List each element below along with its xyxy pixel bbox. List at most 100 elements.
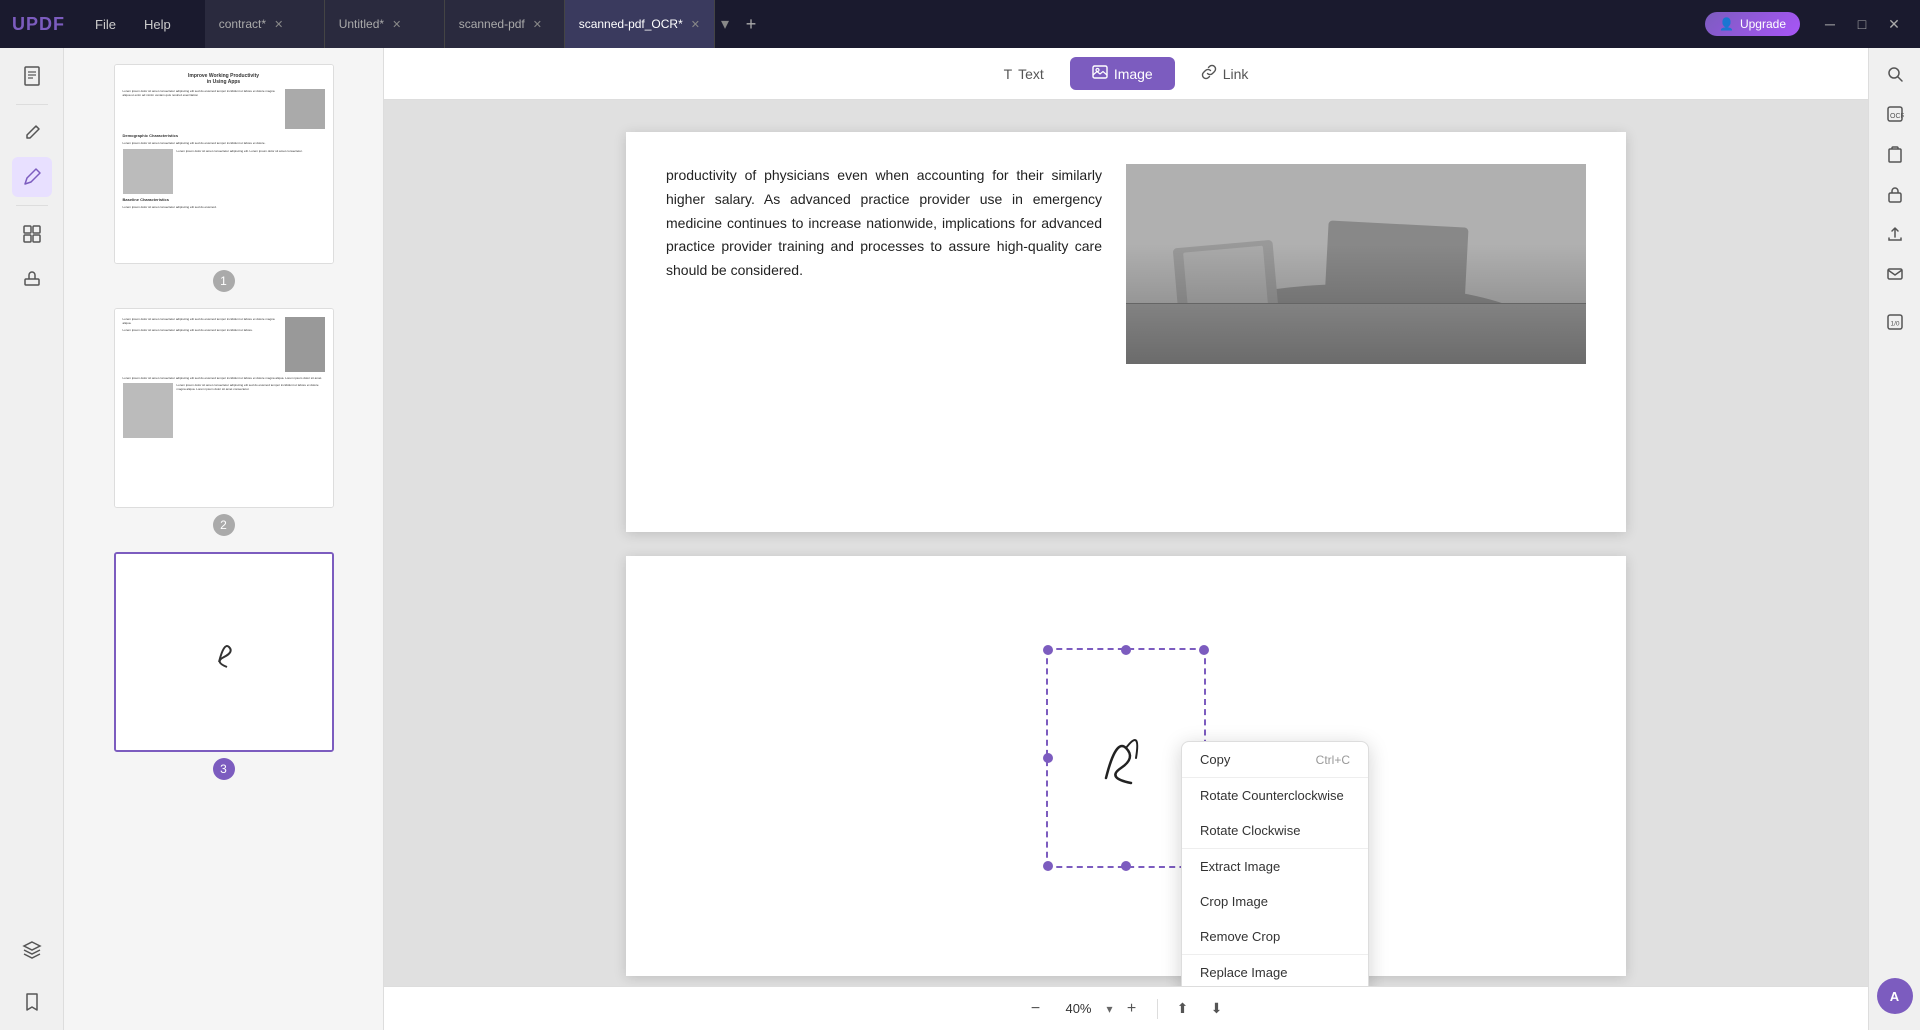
thumbnail-img-1: Improve Working Productivityin Using App… [114, 64, 334, 264]
page-number-3: 3 [213, 758, 235, 780]
pdf-page-1: productivity of physicians even when acc… [626, 132, 1626, 532]
pdf-page-3: Copy Ctrl+C Rotate Counterclockwise Rota… [626, 556, 1626, 976]
thumbnail-page-2[interactable]: Lorem ipsum dolor sit amet consectetur a… [80, 308, 367, 536]
context-menu-rotate-ccw[interactable]: Rotate Counterclockwise [1182, 778, 1368, 813]
titlebar: UPDF File Help contract* ✕ Untitled* ✕ s… [0, 0, 1920, 48]
handle-top-right[interactable] [1199, 645, 1209, 655]
image-tool-label: Image [1114, 66, 1153, 82]
sidebar-icon-pages[interactable] [12, 56, 52, 96]
svg-text:1/0: 1/0 [1890, 321, 1899, 328]
upgrade-label: Upgrade [1740, 17, 1786, 31]
tab-close-contract[interactable]: ✕ [274, 18, 283, 31]
right-icon-clipboard[interactable] [1877, 136, 1913, 172]
sidebar-divider-1 [16, 104, 48, 105]
menu-help[interactable]: Help [130, 11, 185, 38]
thumbnail-page-1[interactable]: Improve Working Productivityin Using App… [80, 64, 367, 292]
tabs-area: contract* ✕ Untitled* ✕ scanned-pdf ✕ sc… [205, 0, 1705, 48]
pdf-area[interactable]: productivity of physicians even when acc… [384, 100, 1868, 986]
context-menu-extract[interactable]: Extract Image [1182, 849, 1368, 884]
maximize-button[interactable]: □ [1848, 10, 1876, 38]
tab-label-contract: contract* [219, 17, 266, 31]
page1-text: productivity of physicians even when acc… [666, 164, 1102, 283]
page1-photo [1126, 164, 1586, 364]
context-menu-remove-crop[interactable]: Remove Crop [1182, 919, 1368, 954]
link-tool-label: Link [1223, 66, 1249, 82]
handle-top-left[interactable] [1043, 645, 1053, 655]
tabs-chevron[interactable]: ▾ [715, 14, 735, 34]
toolbar-separator-1 [1157, 999, 1158, 1019]
text-tool-button[interactable]: T Text [982, 59, 1066, 89]
sidebar-icon-organize[interactable] [12, 214, 52, 254]
text-tool-icon: T [1004, 66, 1013, 82]
handle-bottom-mid[interactable] [1121, 861, 1131, 871]
zoom-value: 40% [1054, 1001, 1102, 1016]
edit-toolbar: T Text Image Link [384, 48, 1868, 100]
bottom-toolbar: − 40% ▾ + ⬆ ⬇ [384, 986, 1868, 1030]
svg-text:OCR: OCR [1890, 113, 1904, 120]
tab-close-untitled[interactable]: ✕ [392, 18, 401, 31]
image-tool-button[interactable]: Image [1070, 57, 1175, 90]
thumbnail-img-2: Lorem ipsum dolor sit amet consectetur a… [114, 308, 334, 508]
copy-label: Copy [1200, 752, 1230, 767]
remove-crop-label: Remove Crop [1200, 929, 1280, 944]
link-tool-button[interactable]: Link [1179, 57, 1271, 90]
tab-label-untitled: Untitled* [339, 17, 384, 31]
avatar-label: A [1890, 989, 1899, 1004]
sidebar-icon-layers[interactable] [12, 930, 52, 970]
left-sidebar [0, 48, 64, 1030]
extract-label: Extract Image [1200, 859, 1280, 874]
rotate-ccw-label: Rotate Counterclockwise [1200, 788, 1344, 803]
right-icon-search[interactable] [1877, 56, 1913, 92]
sidebar-icon-edit[interactable] [12, 113, 52, 153]
minimize-button[interactable]: ─ [1816, 10, 1844, 38]
thumbnail-page-3[interactable]: 3 [80, 552, 367, 780]
sidebar-icon-annotate[interactable] [12, 157, 52, 197]
sidebar-icon-bookmarks[interactable] [12, 982, 52, 1022]
tab-label-scanned-pdf: scanned-pdf [459, 17, 525, 31]
center-content: T Text Image Link [384, 48, 1868, 1030]
page-nav-up[interactable]: ⬆ [1168, 994, 1198, 1024]
handle-bottom-left[interactable] [1043, 861, 1053, 871]
link-tool-icon [1201, 64, 1217, 83]
context-menu-copy[interactable]: Copy Ctrl+C [1182, 742, 1368, 777]
tab-untitled[interactable]: Untitled* ✕ [325, 0, 445, 48]
tab-close-scanned-pdf-ocr[interactable]: ✕ [691, 18, 700, 31]
context-menu-rotate-cw[interactable]: Rotate Clockwise [1182, 813, 1368, 848]
menu-file[interactable]: File [81, 11, 130, 38]
page-nav-down[interactable]: ⬇ [1202, 994, 1232, 1024]
zoom-dropdown[interactable]: ▾ [1106, 1002, 1112, 1016]
main-area: Improve Working Productivityin Using App… [0, 48, 1920, 1030]
tab-scanned-pdf-ocr[interactable]: scanned-pdf_OCR* ✕ [565, 0, 715, 48]
right-icon-compress[interactable]: 1/0 [1877, 304, 1913, 340]
zoom-out-button[interactable]: − [1020, 994, 1050, 1024]
right-icon-share[interactable] [1877, 216, 1913, 252]
thumbnail-panel: Improve Working Productivityin Using App… [64, 48, 384, 1030]
sidebar-icon-stamps[interactable] [12, 258, 52, 298]
right-icon-lock[interactable] [1877, 176, 1913, 212]
tab-add-button[interactable]: + [735, 8, 767, 40]
zoom-in-button[interactable]: + [1117, 994, 1147, 1024]
right-icon-avatar[interactable]: A [1877, 978, 1913, 1014]
sidebar-divider-2 [16, 205, 48, 206]
crop-label: Crop Image [1200, 894, 1268, 909]
upgrade-button[interactable]: 👤 Upgrade [1705, 12, 1800, 36]
app-logo: UPDF [12, 14, 65, 35]
replace-label: Replace Image [1200, 965, 1287, 980]
right-icon-ocr[interactable]: OCR [1877, 96, 1913, 132]
tab-label-scanned-pdf-ocr: scanned-pdf_OCR* [579, 17, 683, 31]
upgrade-icon: 👤 [1719, 17, 1734, 31]
handle-left-mid[interactable] [1043, 753, 1053, 763]
page-number-2: 2 [213, 514, 235, 536]
signature-sketch [1086, 718, 1166, 798]
tab-close-scanned-pdf[interactable]: ✕ [533, 18, 542, 31]
tab-contract[interactable]: contract* ✕ [205, 0, 325, 48]
context-menu-crop[interactable]: Crop Image [1182, 884, 1368, 919]
tab-scanned-pdf[interactable]: scanned-pdf ✕ [445, 0, 565, 48]
image-tool-icon [1092, 64, 1108, 83]
handle-top-mid[interactable] [1121, 645, 1131, 655]
titlebar-right: 👤 Upgrade ─ □ ✕ [1705, 10, 1908, 38]
right-icon-mail[interactable] [1877, 256, 1913, 292]
context-menu-replace[interactable]: Replace Image [1182, 955, 1368, 986]
context-menu: Copy Ctrl+C Rotate Counterclockwise Rota… [1181, 741, 1369, 986]
close-button[interactable]: ✕ [1880, 10, 1908, 38]
